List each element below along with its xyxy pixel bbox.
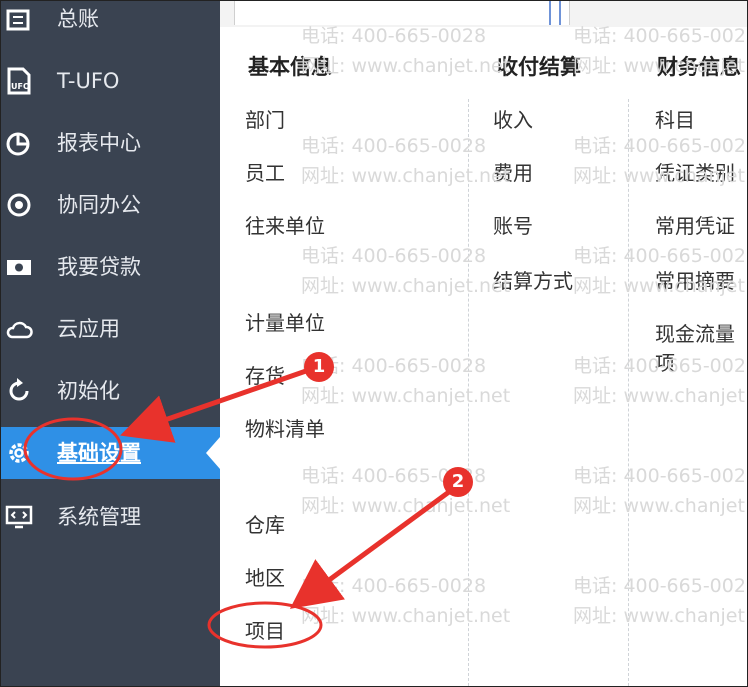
report-file-icon: UFO	[7, 67, 31, 95]
watermark-site: 网址: www.chanjet.net	[301, 605, 511, 627]
watermark-site: 网址: www.chanjet.net	[301, 495, 511, 517]
watermark-site: 网址: www.chanjet.net	[573, 495, 747, 517]
sidebar-item-label: 系统管理	[57, 505, 141, 529]
sidebar-item-label: 我要贷款	[57, 255, 141, 279]
watermark-phone: 电话: 400-665-0028	[573, 355, 748, 377]
watermark-site: 网址: www.chanjet.net	[301, 165, 511, 187]
screenshot-frame: 总账 UFO T-UFO 报表中心 协同办公 我要贷款 云应用 初始化 基础设置	[0, 0, 748, 687]
sidebar-item-tufo[interactable]: UFO T-UFO	[1, 55, 220, 107]
watermark-site: 网址: www.chanjet.net	[573, 165, 747, 187]
menu-item-department[interactable]: 部门	[245, 104, 285, 133]
cloud-icon	[6, 321, 33, 339]
sidebar-item-basic-settings[interactable]: 基础设置	[1, 427, 220, 479]
step-badge-1: 1	[304, 352, 334, 382]
menu-item-employee[interactable]: 员工	[245, 157, 285, 186]
collaboration-icon	[7, 193, 31, 217]
watermark-phone: 电话: 400-665-0028	[573, 25, 748, 47]
watermark-site: 网址: www.chanjet.net	[301, 275, 511, 297]
sidebar-item-label: 基础设置	[57, 441, 141, 465]
sidebar-item-label: 初始化	[57, 379, 120, 403]
sidebar-item-initialize[interactable]: 初始化	[1, 365, 220, 417]
menu-item-project[interactable]: 项目	[245, 615, 285, 644]
watermark-site: 网址: www.chanjet.net	[573, 55, 747, 77]
sidebar-item-label: 云应用	[57, 317, 120, 341]
watermark-phone: 电话: 400-665-0028	[573, 135, 748, 157]
sidebar-item-collaboration[interactable]: 协同办公	[1, 179, 220, 231]
menu-item-unit-of-measure[interactable]: 计量单位	[245, 307, 325, 336]
sidebar-item-label: 总账	[57, 7, 99, 31]
sidebar-item-label: 协同办公	[57, 193, 141, 217]
watermark-phone: 电话: 400-665-0028	[301, 25, 487, 47]
watermark-phone: 电话: 400-665-0028	[301, 135, 487, 157]
sidebar-item-report-center[interactable]: 报表中心	[1, 117, 220, 169]
sidebar-item-ledger[interactable]: 总账	[1, 1, 220, 45]
refresh-icon	[9, 378, 29, 401]
menu-item-inventory[interactable]: 存货	[245, 360, 285, 389]
scroll-handle[interactable]	[549, 1, 561, 25]
menu-item-warehouse[interactable]: 仓库	[245, 509, 285, 538]
menu-item-account-number[interactable]: 账号	[493, 210, 533, 239]
monitor-code-icon	[5, 505, 33, 529]
sidebar: 总账 UFO T-UFO 报表中心 协同办公 我要贷款 云应用 初始化 基础设置	[1, 1, 220, 686]
watermark-phone: 电话: 400-665-0028	[573, 465, 748, 487]
money-icon	[7, 260, 31, 275]
menu-item-region[interactable]: 地区	[245, 562, 285, 591]
menu-item-common-voucher[interactable]: 常用凭证	[655, 210, 735, 239]
pie-chart-icon	[6, 132, 30, 156]
menu-item-account-subject[interactable]: 科目	[655, 104, 695, 133]
watermark-phone: 电话: 400-665-0028	[573, 245, 748, 267]
svg-text:UFO: UFO	[11, 82, 30, 91]
active-indicator	[206, 437, 220, 469]
watermark-phone: 电话: 400-665-0028	[573, 575, 748, 597]
watermark-site: 网址: www.chanjet.net	[573, 275, 747, 297]
menu-item-income[interactable]: 收入	[493, 104, 533, 133]
sidebar-item-label: 报表中心	[57, 131, 141, 155]
watermark-site: 网址: www.chanjet.net	[301, 55, 511, 77]
gear-icon	[9, 443, 29, 463]
sidebar-item-cloud-apps[interactable]: 云应用	[1, 303, 220, 355]
watermark-site: 网址: www.chanjet.net	[573, 605, 747, 627]
menu-item-business-partner[interactable]: 往来单位	[245, 210, 325, 239]
sidebar-item-system-management[interactable]: 系统管理	[1, 491, 220, 543]
step-badge-2: 2	[443, 467, 473, 497]
sidebar-item-label: T-UFO	[57, 69, 120, 93]
menu-item-bill-of-materials[interactable]: 物料清单	[245, 413, 325, 442]
watermark-phone: 电话: 400-665-0028	[301, 245, 487, 267]
watermark-site: 网址: www.chanjet.net	[573, 385, 747, 407]
watermark-phone: 电话: 400-665-0028	[301, 575, 487, 597]
ledger-icon	[6, 9, 30, 31]
sidebar-item-loan[interactable]: 我要贷款	[1, 241, 220, 293]
watermark-site: 网址: www.chanjet.net	[301, 385, 511, 407]
